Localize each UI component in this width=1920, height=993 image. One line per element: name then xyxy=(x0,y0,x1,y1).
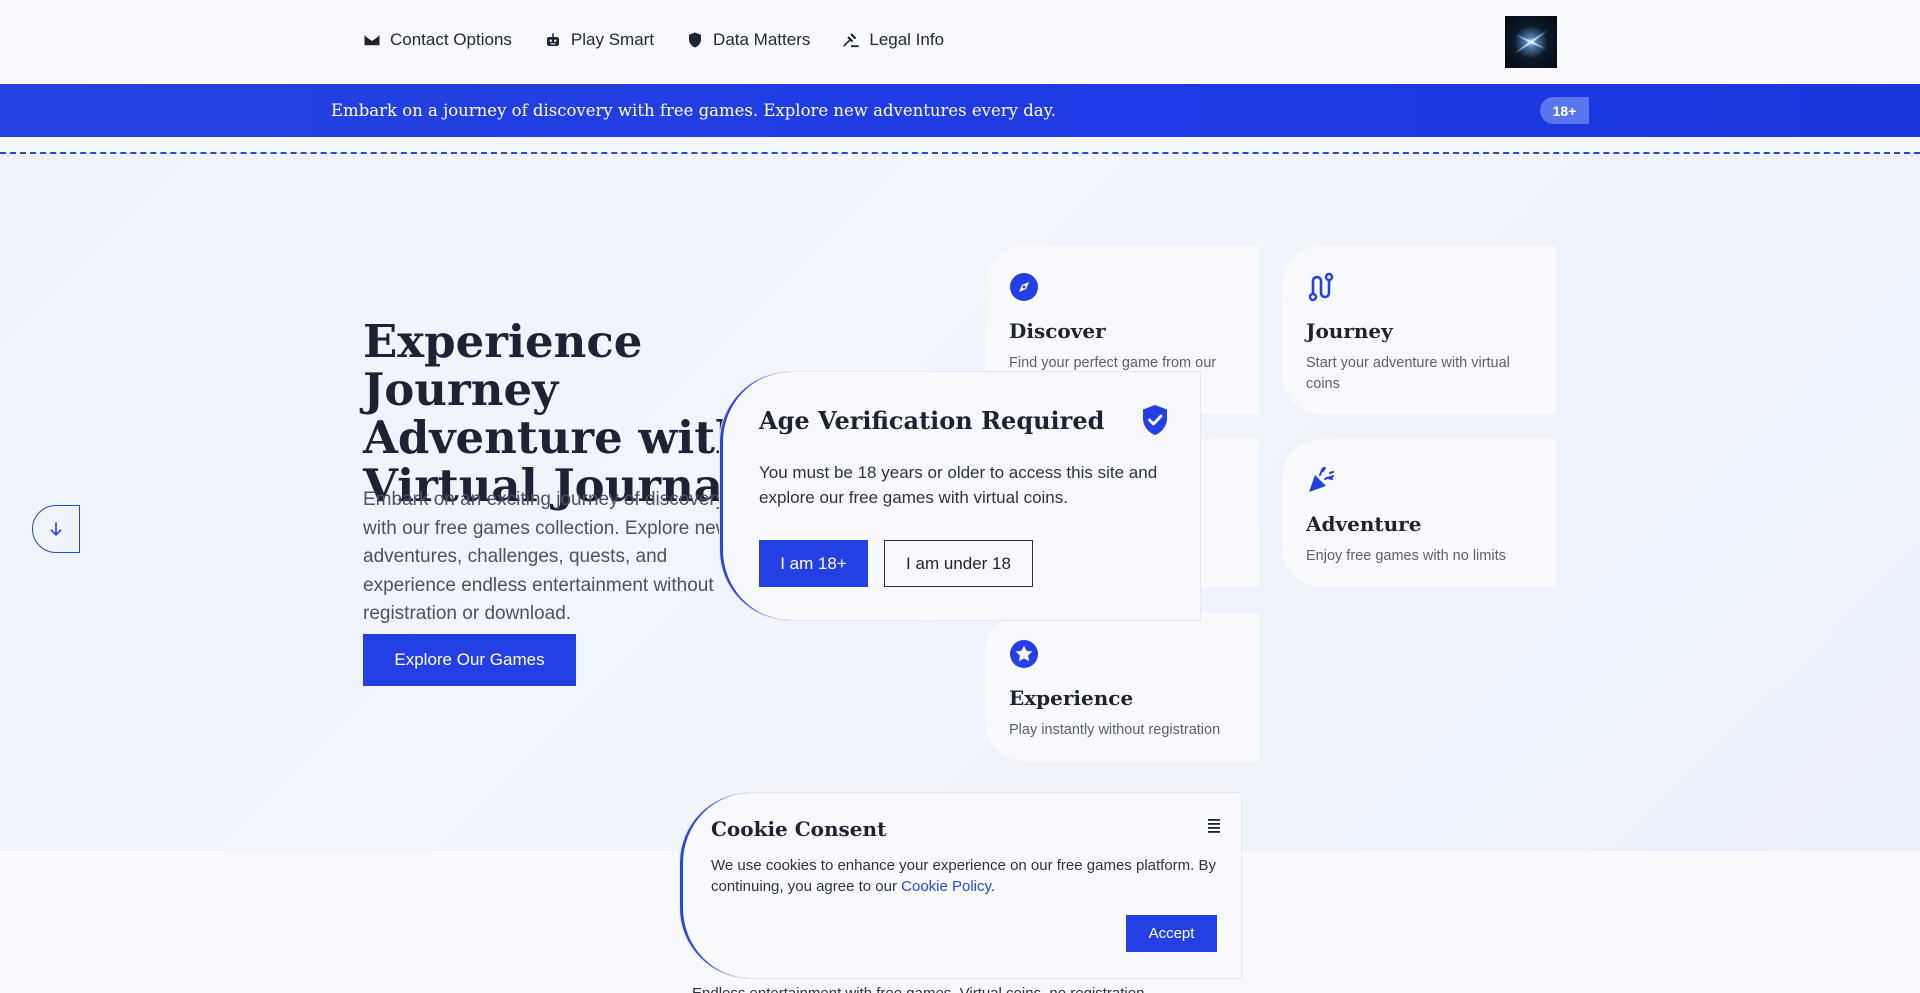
cookie-title: Cookie Consent xyxy=(711,817,887,841)
compass-icon xyxy=(1009,272,1039,302)
party-popper-icon xyxy=(1306,465,1336,495)
explore-games-button[interactable]: Explore Our Games xyxy=(363,634,576,686)
card-desc: Find your perfect game from our xyxy=(1009,355,1217,371)
feature-card-experience: Experience Play instantly without regist… xyxy=(985,613,1259,761)
banner-text: Embark on a journey of discovery with fr… xyxy=(331,101,1056,120)
site-logo[interactable] xyxy=(1505,16,1557,68)
shield-check-icon xyxy=(1143,405,1167,435)
cookie-text: We use cookies to enhance your experienc… xyxy=(711,855,1221,897)
nav-link-play-smart[interactable]: Play Smart xyxy=(544,30,654,50)
route-icon xyxy=(1306,272,1336,302)
arrow-down-icon xyxy=(50,522,62,537)
menu-icon[interactable] xyxy=(1208,818,1220,834)
cookie-consent-panel: Cookie Consent We use cookies to enhance… xyxy=(680,793,1241,978)
accept-cookies-button[interactable]: Accept xyxy=(1126,915,1217,952)
confirm-age-button[interactable]: I am 18+ xyxy=(759,540,868,587)
nav-link-legal-info[interactable]: Legal Info xyxy=(842,30,944,50)
card-title: Discover xyxy=(1009,319,1106,343)
age-badge: 18+ xyxy=(1540,97,1589,124)
card-title: Adventure xyxy=(1306,512,1422,536)
nav-link-label: Contact Options xyxy=(390,30,512,49)
card-desc: Play instantly without registration xyxy=(1009,722,1221,738)
nav-link-data-matters[interactable]: Data Matters xyxy=(686,30,810,50)
age-modal-text: You must be 18 years or older to access … xyxy=(759,463,1158,507)
shield-icon xyxy=(689,32,702,48)
nav-link-label: Play Smart xyxy=(570,30,655,49)
card-desc: Start your adventure with virtual coins xyxy=(1306,355,1510,392)
robot-icon xyxy=(546,33,559,46)
card-desc: Enjoy free games with no limits xyxy=(1306,548,1506,564)
nav-link-label: Legal Info xyxy=(869,30,945,49)
deny-age-button[interactable]: I am under 18 xyxy=(884,540,1033,587)
promo-banner: Embark on a journey of discovery with fr… xyxy=(0,84,1920,137)
card-title: Experience xyxy=(1009,686,1134,710)
nav-link-label: Data Matters xyxy=(713,30,811,49)
scroll-down-button[interactable] xyxy=(32,505,80,553)
gavel-icon xyxy=(843,33,859,48)
star-icon xyxy=(1009,639,1039,669)
hero-description: Embark on an exciting journey of discove… xyxy=(363,489,730,624)
nav-link-contact[interactable]: Contact Options xyxy=(363,30,512,50)
mail-icon xyxy=(364,34,380,46)
nav-links: Contact Options Play Smart Data Matters … xyxy=(363,30,944,50)
feature-card-adventure: Adventure Enjoy free games with no limit… xyxy=(1282,439,1556,587)
top-nav: Contact Options Play Smart Data Matters … xyxy=(0,0,1920,84)
age-modal-title: Age Verification Required xyxy=(759,406,1105,435)
feature-card-journey: Journey Start your adventure with virtua… xyxy=(1282,246,1556,414)
cookie-policy-link[interactable]: Cookie Policy xyxy=(901,878,991,895)
cookie-text-end: . xyxy=(990,878,996,895)
age-verification-modal: Age Verification Required You must be 18… xyxy=(720,372,1200,620)
bottom-section-text: Endless entertainment with free games. V… xyxy=(692,985,1212,993)
card-title: Journey xyxy=(1306,319,1393,343)
